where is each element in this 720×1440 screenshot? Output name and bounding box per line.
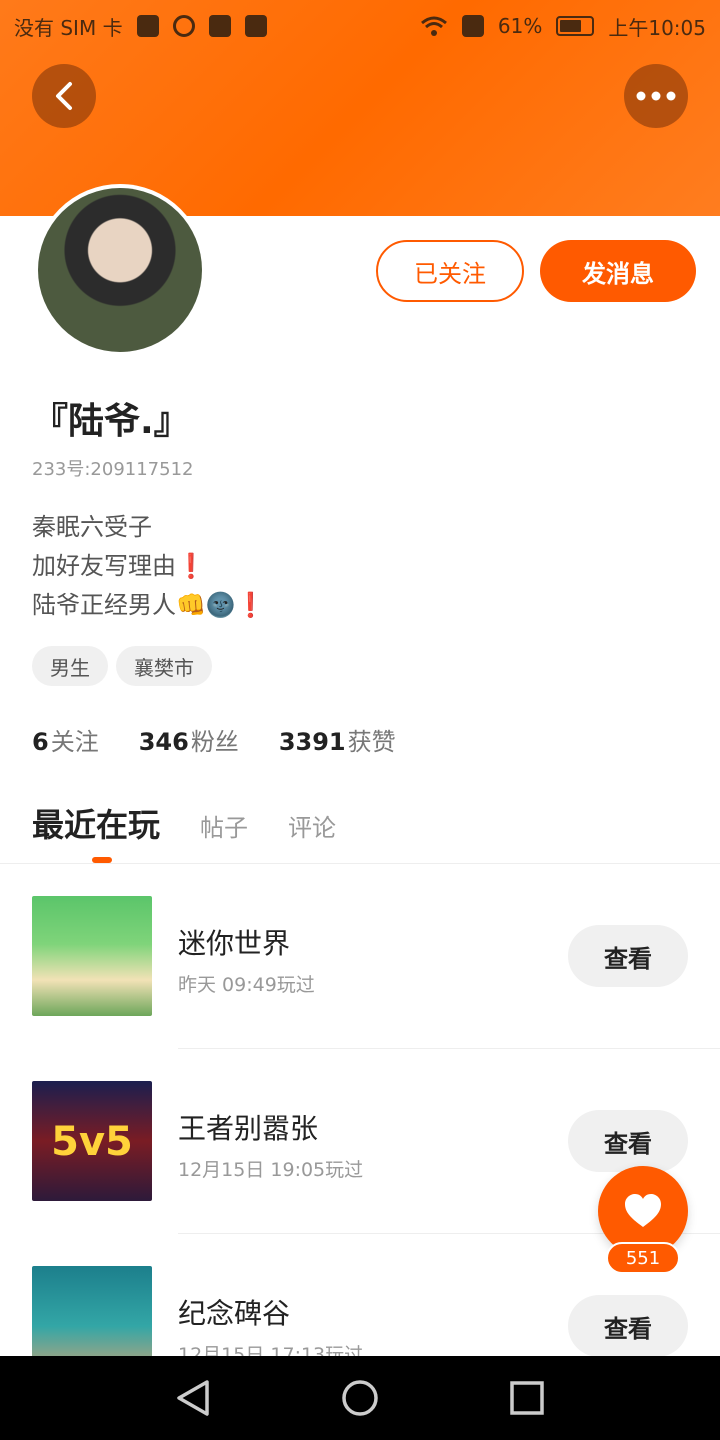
view-button[interactable]: 查看 <box>568 1295 688 1357</box>
user-id: 233号:209117512 <box>32 459 194 480</box>
home-circle-icon <box>342 1380 378 1416</box>
view-button[interactable]: 查看 <box>568 925 688 987</box>
game-name: 王者别嚣张 <box>178 1112 319 1145</box>
alert-icon <box>461 15 484 37</box>
profile-stats: 6关注 346粉丝 3391获赞 <box>32 722 396 757</box>
list-item[interactable]: 迷你世界 昨天 09:49玩过 查看 <box>0 864 720 1049</box>
nav-back-button[interactable] <box>163 1368 223 1428</box>
more-dots-icon <box>636 91 676 101</box>
status-right: 61% 上午10:05 <box>420 12 706 41</box>
profile-tags: 男生 襄樊市 <box>32 646 212 686</box>
carrier-text: 没有 SIM 卡 <box>14 15 123 40</box>
send-message-button[interactable]: 发消息 <box>540 240 696 302</box>
game-name: 迷你世界 <box>178 927 291 960</box>
profile-tabs: 最近在玩 帖子 评论 <box>32 800 336 846</box>
status-left: 没有 SIM 卡 <box>14 12 267 41</box>
battery-percent: 61% <box>497 14 543 38</box>
heart-icon <box>625 1194 661 1227</box>
stat-fans-label: 粉丝 <box>190 728 239 756</box>
hotspot-icon <box>172 15 195 37</box>
location-tag: 襄樊市 <box>116 646 212 686</box>
gender-tag: 男生 <box>32 646 108 686</box>
status-bar: 没有 SIM 卡 61% 上午10:05 <box>0 0 720 52</box>
avatar-image <box>38 188 202 352</box>
game-icon: 5v5 <box>32 1081 152 1201</box>
followed-button[interactable]: 已关注 <box>376 240 524 302</box>
back-triangle-icon <box>177 1380 210 1416</box>
nav-recents-button[interactable] <box>497 1368 557 1428</box>
like-count-badge: 551 <box>606 1242 680 1274</box>
app-notification-icon <box>208 15 231 37</box>
view-button[interactable]: 查看 <box>568 1110 688 1172</box>
bio-line: 加好友写理由❗ <box>32 552 206 580</box>
stat-following-count: 6 <box>32 728 49 756</box>
image-icon <box>244 15 267 37</box>
stat-fans-count: 346 <box>138 728 189 756</box>
clock: 上午10:05 <box>608 15 706 40</box>
tab-comments[interactable]: 评论 <box>288 808 336 843</box>
recents-square-icon <box>509 1381 544 1415</box>
bio: 秦眠六受子 加好友写理由❗ 陆爷正经男人👊🌚❗ <box>32 508 266 625</box>
stat-likes-label: 获赞 <box>347 728 396 756</box>
stat-likes: 3391获赞 <box>279 722 396 757</box>
bio-line: 陆爷正经男人👊🌚❗ <box>32 591 266 619</box>
avatar[interactable] <box>34 184 206 356</box>
battery-icon <box>556 16 595 36</box>
wifi-icon <box>420 16 447 36</box>
username: 『陆爷.』 <box>32 401 190 442</box>
stat-fans[interactable]: 346粉丝 <box>139 722 239 757</box>
game-name: 纪念碑谷 <box>178 1297 291 1330</box>
stat-following[interactable]: 6关注 <box>32 722 99 757</box>
game-played-time: 12月15日 19:05玩过 <box>178 1159 364 1181</box>
back-button[interactable] <box>32 64 96 128</box>
sd-card-icon <box>136 15 159 37</box>
stat-likes-count: 3391 <box>278 728 346 756</box>
stat-following-label: 关注 <box>50 728 99 756</box>
chevron-left-icon <box>56 82 72 110</box>
tab-posts[interactable]: 帖子 <box>200 808 248 843</box>
game-played-time: 昨天 09:49玩过 <box>178 974 315 996</box>
game-icon <box>32 896 152 1016</box>
game-icon-text: 5v5 <box>51 1119 133 1165</box>
more-button[interactable] <box>624 64 688 128</box>
tab-recently-played[interactable]: 最近在玩 <box>32 800 160 846</box>
system-nav-bar <box>0 1356 720 1440</box>
nav-home-button[interactable] <box>330 1368 390 1428</box>
bio-line: 秦眠六受子 <box>32 513 152 541</box>
